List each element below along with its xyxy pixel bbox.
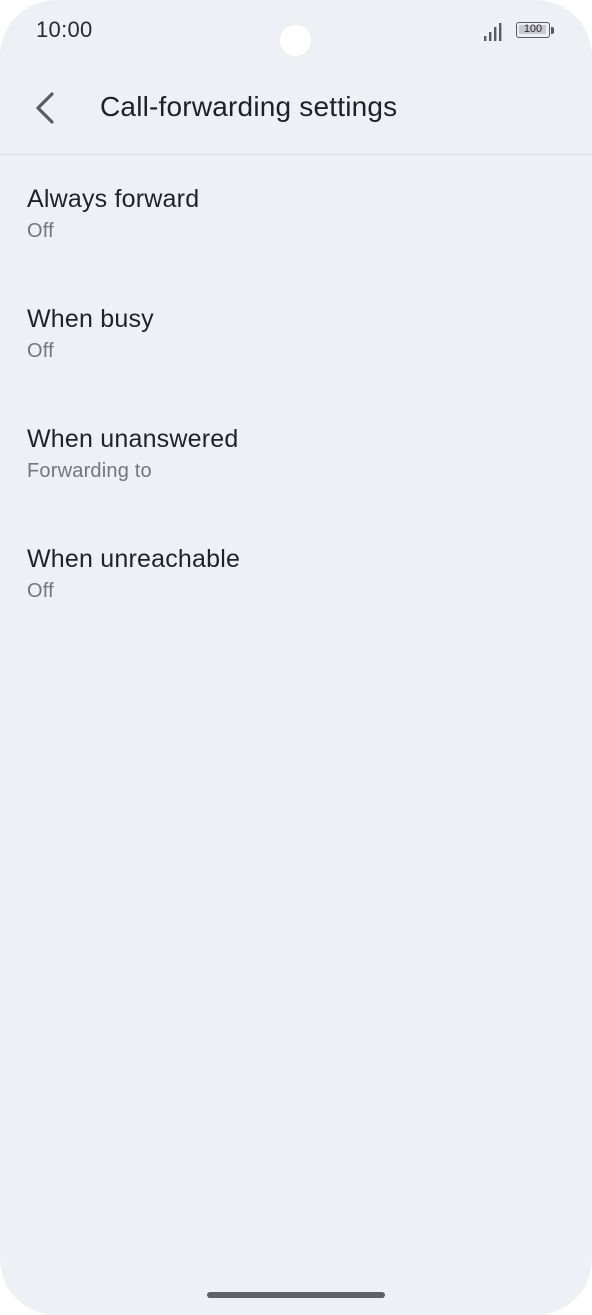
setting-always-forward[interactable]: Always forward Off [0, 156, 592, 276]
setting-summary: Forwarding to [27, 460, 152, 482]
cellular-signal-icon [484, 23, 502, 41]
phone-screen: 10:00 100 Call-forwarding settings Alway… [0, 0, 592, 1315]
call-forwarding-list: Always forward Off When busy Off When un… [0, 156, 592, 636]
status-time: 10:00 [36, 17, 93, 42]
status-bar: 10:00 100 [0, 0, 592, 62]
setting-title: Always forward [27, 185, 200, 213]
front-camera [280, 25, 311, 56]
app-bar: Call-forwarding settings [0, 62, 592, 155]
battery-tip [551, 27, 554, 34]
setting-title: When unreachable [27, 545, 241, 573]
setting-when-busy[interactable]: When busy Off [0, 276, 592, 396]
setting-when-unanswered[interactable]: When unanswered Forwarding to [0, 396, 592, 516]
back-button[interactable] [22, 82, 70, 134]
setting-when-unreachable[interactable]: When unreachable Off [0, 516, 592, 636]
battery-level: 100 [523, 23, 543, 35]
arrow-back-icon [36, 92, 54, 124]
setting-title: When busy [27, 305, 154, 333]
battery-icon: 100 [516, 21, 556, 41]
page-title: Call-forwarding settings [100, 91, 398, 122]
setting-summary: Off [27, 580, 54, 602]
setting-summary: Off [27, 220, 54, 242]
home-indicator[interactable] [207, 1292, 385, 1298]
setting-summary: Off [27, 340, 54, 362]
setting-title: When unanswered [27, 425, 239, 453]
